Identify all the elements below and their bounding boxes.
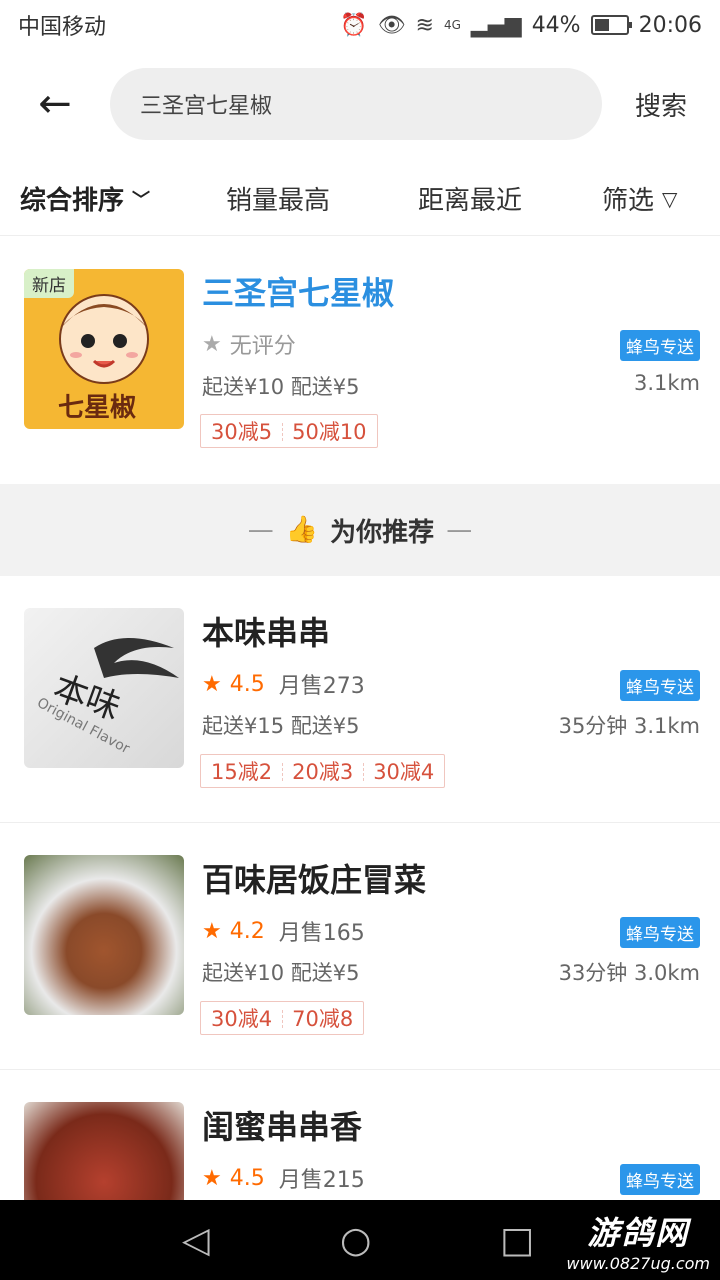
search-query: 三圣宫七星椒 — [140, 94, 273, 119]
rating-value: 4.5 — [229, 1165, 265, 1191]
shop-name: 本味串串 — [202, 614, 331, 652]
promo-tag: 70减8 — [282, 1003, 363, 1033]
monthly-sales: 月售215 — [278, 1168, 365, 1193]
recommend-banner: — 👍 为你推荐 — — [0, 484, 720, 576]
rating-row: ★ 4.5 月售215 — [202, 1162, 365, 1194]
promo-list: 30减4 70减8 — [200, 1001, 365, 1035]
search-header: ← 三圣宫七星椒 搜索 — [0, 62, 720, 146]
promo-tag: 30减4 — [211, 1007, 273, 1031]
nav-home-icon[interactable]: ○ — [340, 1220, 371, 1261]
shop-card[interactable]: 本味 Original Flavor 本味串串 ★ 4.5 月售273 蜂鸟专送… — [0, 576, 720, 822]
image-caption: 七星椒 — [58, 393, 137, 423]
wifi-icon: ≋ — [415, 12, 434, 38]
promo-tag: 30减5 — [211, 420, 273, 444]
promo-tag: 50减10 — [282, 416, 376, 446]
delivery-badge: 蜂鸟专送 — [620, 1164, 700, 1195]
battery-percent: 44% — [531, 12, 581, 38]
nav-recent-apps-icon[interactable]: □ — [500, 1220, 534, 1261]
back-arrow-icon: ← — [38, 81, 72, 127]
star-icon: ★ — [202, 918, 222, 944]
watermark-url: www.0827ug.com — [566, 1254, 710, 1273]
monthly-sales: 月售165 — [278, 921, 365, 946]
star-icon: ★ — [202, 671, 222, 697]
filter-button[interactable]: 筛选 ▽ — [602, 180, 677, 217]
shop-name: 三圣宫七星椒 — [202, 274, 395, 312]
promo-list: 30减5 50减10 — [200, 414, 378, 448]
search-input[interactable]: 三圣宫七星椒 — [110, 68, 602, 140]
shop-logo-image: 本味 Original Flavor — [24, 608, 184, 768]
food-image — [24, 855, 184, 1015]
rating-text: 无评分 — [229, 334, 296, 359]
food-image — [24, 1102, 184, 1200]
delivery-fee: 起送¥10 配送¥5 — [202, 375, 360, 399]
shop-name: 百味居饭庄冒菜 — [202, 861, 427, 899]
divider-dash: — — [247, 515, 274, 545]
recommend-title: 为你推荐 — [330, 517, 435, 548]
divider-dash: — — [446, 515, 473, 545]
delivery-badge: 蜂鸟专送 — [620, 917, 700, 948]
filter-icon: ▽ — [662, 186, 678, 211]
sort-label: 销量最高 — [226, 186, 331, 216]
shop-name: 闺蜜串串香 — [202, 1108, 363, 1146]
status-icons: ⏰ 👁 ≋ 4G ▂▄▆ 44% 20:06 — [340, 13, 702, 38]
rating-value: 4.2 — [229, 918, 265, 944]
rating-row: ★ 4.5 月售273 — [202, 668, 365, 700]
search-result-card[interactable]: 七星椒 新店 三圣宫七星椒 ★ 无评分 蜂鸟专送 起送¥10 配送¥5 3.1k… — [0, 238, 720, 484]
monthly-sales: 月售273 — [278, 674, 365, 699]
shop-card[interactable]: 百味居饭庄冒菜 ★ 4.2 月售165 蜂鸟专送 起送¥10 配送¥5 33分钟… — [0, 823, 720, 1069]
star-icon: ★ — [202, 1165, 222, 1191]
chevron-down-icon: ﹀ — [132, 189, 151, 211]
rating-value: 4.5 — [229, 671, 265, 697]
sort-distance[interactable]: 距离最近 — [418, 180, 522, 217]
signal-icon: ▂▄▆ — [470, 12, 522, 38]
distance: 33分钟 3.0km — [558, 961, 700, 985]
delivery-fee: 起送¥10 配送¥5 — [202, 961, 360, 985]
watermark-title: 游鸽网 — [587, 1214, 690, 1252]
distance: 3.1km — [633, 371, 700, 395]
shop-logo-image: 七星椒 新店 — [24, 269, 184, 429]
sort-label: 距离最近 — [418, 186, 523, 216]
search-button[interactable]: 搜索 — [602, 86, 720, 123]
distance: 35分钟 3.1km — [558, 714, 700, 738]
delivery-badge: 蜂鸟专送 — [620, 330, 700, 361]
network-type: 4G — [443, 18, 461, 32]
shop-card[interactable]: 闺蜜串串香 ★ 4.5 月售215 蜂鸟专送 — [0, 1070, 720, 1200]
promo-tag: 20减3 — [282, 756, 363, 786]
delivery-badge: 蜂鸟专送 — [620, 670, 700, 701]
thumbs-up-icon: 👍 — [285, 515, 319, 545]
alarm-icon: ⏰ — [340, 12, 368, 38]
eye-icon: 👁 — [377, 12, 406, 38]
back-button[interactable]: ← — [0, 62, 110, 146]
delivery-fee: 起送¥15 配送¥5 — [202, 714, 360, 738]
promo-tag: 15减2 — [211, 760, 273, 784]
new-shop-tag: 新店 — [24, 269, 74, 298]
watermark-logo: 游鸽网 www.0827ug.com — [566, 1208, 710, 1273]
carrier-label: 中国移动 — [18, 15, 107, 40]
clock: 20:06 — [638, 12, 702, 38]
rating-row: ★ 无评分 — [202, 328, 296, 360]
sort-comprehensive[interactable]: 综合排序 ﹀ — [20, 180, 150, 217]
sort-label: 综合排序 — [20, 186, 125, 216]
nav-back-icon[interactable]: ◁ — [182, 1220, 210, 1261]
star-icon: ★ — [202, 331, 222, 357]
sort-sales[interactable]: 销量最高 — [226, 180, 330, 217]
sort-bar: 综合排序 ﹀ 销量最高 距离最近 筛选 ▽ — [0, 162, 720, 236]
promo-tag: 30减4 — [363, 756, 444, 786]
promo-list: 15减2 20减3 30减4 — [200, 754, 446, 788]
status-bar: 中国移动 ⏰ 👁 ≋ 4G ▂▄▆ 44% 20:06 — [0, 0, 720, 50]
system-nav-bar: ◁ ○ □ 游鸽网 www.0827ug.com — [0, 1200, 720, 1280]
rating-row: ★ 4.2 月售165 — [202, 915, 365, 947]
battery-icon — [590, 15, 632, 35]
sort-label: 筛选 — [602, 186, 655, 216]
